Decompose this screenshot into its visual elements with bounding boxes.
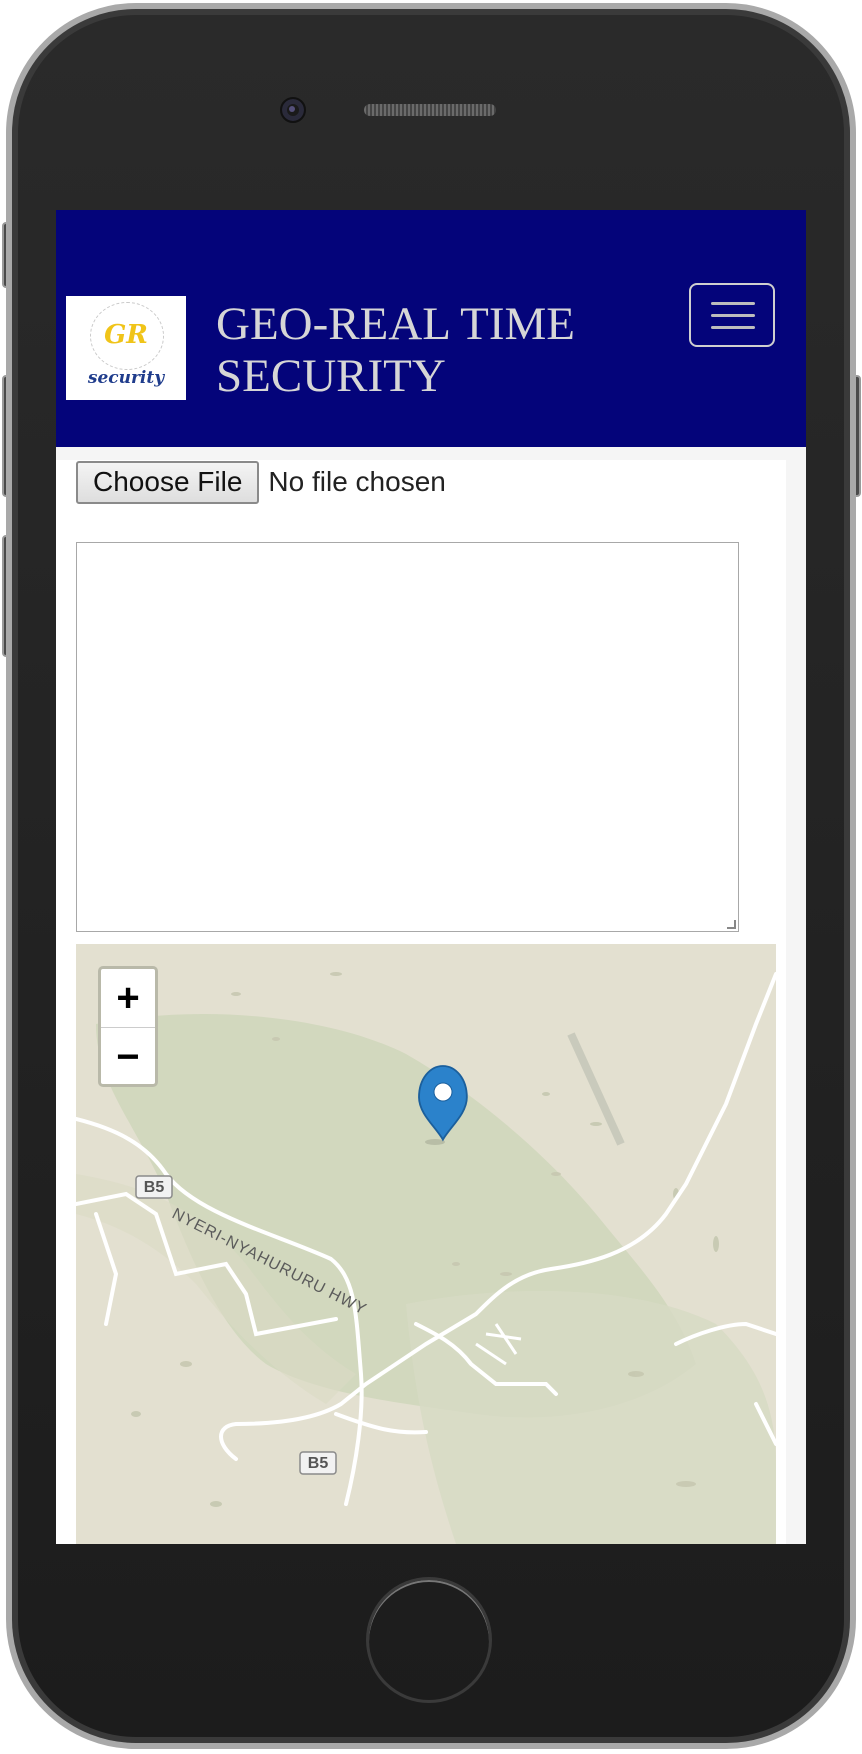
logo-word: security	[87, 368, 165, 388]
hamburger-icon	[711, 302, 755, 305]
menu-toggle-button[interactable]	[689, 283, 775, 347]
speaker-grille	[364, 104, 496, 116]
hamburger-icon-bar	[711, 326, 755, 329]
text-area[interactable]	[76, 542, 739, 932]
route-shield-label-1: B5	[144, 1179, 165, 1196]
file-status: No file chosen	[268, 466, 446, 497]
zoom-in-button[interactable]: +	[101, 969, 155, 1028]
home-button[interactable]	[366, 1577, 492, 1703]
phone-screen: GR security GEO-REAL TIME SECURITY Choos…	[56, 210, 806, 1544]
logo[interactable]: GR security	[66, 296, 186, 400]
brand-line-2: SECURITY	[216, 350, 446, 402]
map-tiles[interactable]: NYERI-NYAHURURU HWY B5 B5	[76, 944, 776, 1544]
map-view[interactable]: NYERI-NYAHURURU HWY B5 B5 + −	[76, 944, 776, 1544]
hamburger-icon-bar	[711, 314, 755, 317]
file-input[interactable]: Choose File No file chosen	[76, 460, 446, 504]
main-content: Choose File No file chosen NYERI-NYAHURU…	[56, 460, 786, 1544]
navbar: GR security GEO-REAL TIME SECURITY	[56, 210, 806, 447]
choose-file-button[interactable]: Choose File	[76, 460, 260, 504]
route-shield-label-2: B5	[308, 1455, 329, 1472]
brand-line-1: GEO-REAL TIME	[216, 298, 575, 350]
brand-title[interactable]: GEO-REAL TIME SECURITY	[216, 298, 636, 402]
zoom-out-button[interactable]: −	[101, 1028, 155, 1086]
logo-initials: GR	[104, 320, 148, 350]
route-shield: B5	[135, 1175, 173, 1199]
camera-icon	[280, 97, 306, 123]
route-shield: B5	[299, 1451, 337, 1475]
zoom-control: + −	[98, 966, 158, 1087]
